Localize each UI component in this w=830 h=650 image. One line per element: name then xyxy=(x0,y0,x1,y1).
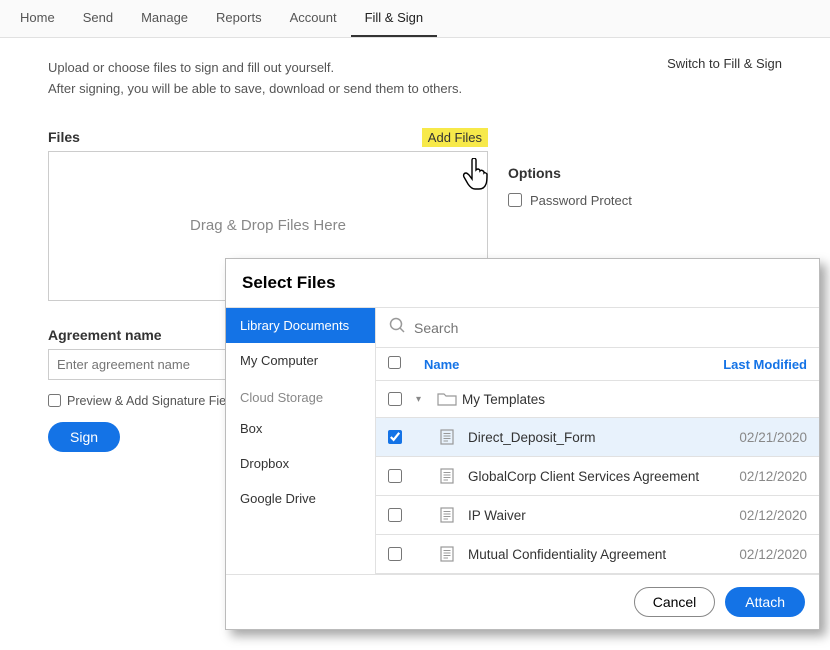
options-title: Options xyxy=(508,165,728,181)
file-name: GlobalCorp Client Services Agreement xyxy=(462,469,715,484)
agreement-name-input[interactable] xyxy=(48,349,248,380)
file-name: IP Waiver xyxy=(462,508,715,523)
file-name: Mutual Confidentiality Agreement xyxy=(462,547,715,562)
file-row[interactable]: Direct_Deposit_Form02/21/2020 xyxy=(376,418,819,457)
file-date: 02/12/2020 xyxy=(715,469,807,484)
document-icon xyxy=(432,428,462,446)
row-checkbox[interactable] xyxy=(388,469,402,483)
folder-row[interactable]: ▾ My Templates xyxy=(376,381,819,418)
nav-account[interactable]: Account xyxy=(276,0,351,37)
preview-signature-label: Preview & Add Signature Field xyxy=(67,394,236,408)
search-icon xyxy=(388,316,406,339)
cancel-button[interactable]: Cancel xyxy=(634,587,716,617)
dialog-footer: Cancel Attach xyxy=(226,574,819,629)
file-row[interactable]: Mutual Confidentiality Agreement02/12/20… xyxy=(376,535,819,574)
row-checkbox[interactable] xyxy=(388,547,402,561)
dropzone-label: Drag & Drop Files Here xyxy=(190,217,346,234)
nav-fill-sign[interactable]: Fill & Sign xyxy=(351,0,438,37)
sidebar-item-google-drive[interactable]: Google Drive xyxy=(226,481,375,516)
password-protect-checkbox[interactable] xyxy=(508,193,522,207)
select-all-checkbox[interactable] xyxy=(388,356,401,369)
file-name: Direct_Deposit_Form xyxy=(462,430,715,445)
nav-reports[interactable]: Reports xyxy=(202,0,276,37)
row-checkbox[interactable] xyxy=(388,430,402,444)
add-files-link[interactable]: Add Files xyxy=(422,128,488,147)
document-icon xyxy=(432,545,462,563)
switch-fill-sign-link[interactable]: Switch to Fill & Sign xyxy=(667,56,782,71)
document-icon xyxy=(432,467,462,485)
folder-label: My Templates xyxy=(462,392,715,407)
intro-line-2: After signing, you will be able to save,… xyxy=(48,81,462,96)
folder-icon xyxy=(432,391,462,407)
sidebar-item-my-computer[interactable]: My Computer xyxy=(226,343,375,378)
sidebar-item-dropbox[interactable]: Dropbox xyxy=(226,446,375,481)
search-row xyxy=(376,308,819,348)
file-date: 02/12/2020 xyxy=(715,508,807,523)
table-header: Name Last Modified xyxy=(376,348,819,381)
intro-line-1: Upload or choose files to sign and fill … xyxy=(48,60,334,75)
select-files-dialog: Select Files Library DocumentsMy Compute… xyxy=(225,258,820,630)
nav-manage[interactable]: Manage xyxy=(127,0,202,37)
nav-home[interactable]: Home xyxy=(6,0,69,37)
sidebar-heading-cloud: Cloud Storage xyxy=(226,378,375,411)
attach-button[interactable]: Attach xyxy=(725,587,805,617)
search-input[interactable] xyxy=(414,320,807,336)
dialog-title: Select Files xyxy=(226,259,819,307)
password-protect-label: Password Protect xyxy=(530,193,632,208)
file-date: 02/21/2020 xyxy=(715,430,807,445)
column-name[interactable]: Name xyxy=(416,357,715,372)
file-row[interactable]: IP Waiver02/12/2020 xyxy=(376,496,819,535)
sign-button[interactable]: Sign xyxy=(48,422,120,452)
files-label: Files xyxy=(48,129,80,145)
file-date: 02/12/2020 xyxy=(715,547,807,562)
expand-icon[interactable]: ▾ xyxy=(416,394,432,405)
row-checkbox[interactable] xyxy=(388,508,402,522)
row-checkbox[interactable] xyxy=(388,392,402,406)
document-icon xyxy=(432,506,462,524)
nav-send[interactable]: Send xyxy=(69,0,127,37)
column-last-modified[interactable]: Last Modified xyxy=(715,357,807,372)
file-row[interactable]: GlobalCorp Client Services Agreement02/1… xyxy=(376,457,819,496)
top-nav: HomeSendManageReportsAccountFill & Sign xyxy=(0,0,830,38)
preview-signature-checkbox[interactable] xyxy=(48,394,61,407)
dialog-main: Name Last Modified ▾ My Templates Direct_D… xyxy=(376,308,819,574)
sidebar-item-library-documents[interactable]: Library Documents xyxy=(226,308,375,343)
dialog-sidebar: Library DocumentsMy ComputerCloud Storag… xyxy=(226,308,376,574)
sidebar-item-box[interactable]: Box xyxy=(226,411,375,446)
